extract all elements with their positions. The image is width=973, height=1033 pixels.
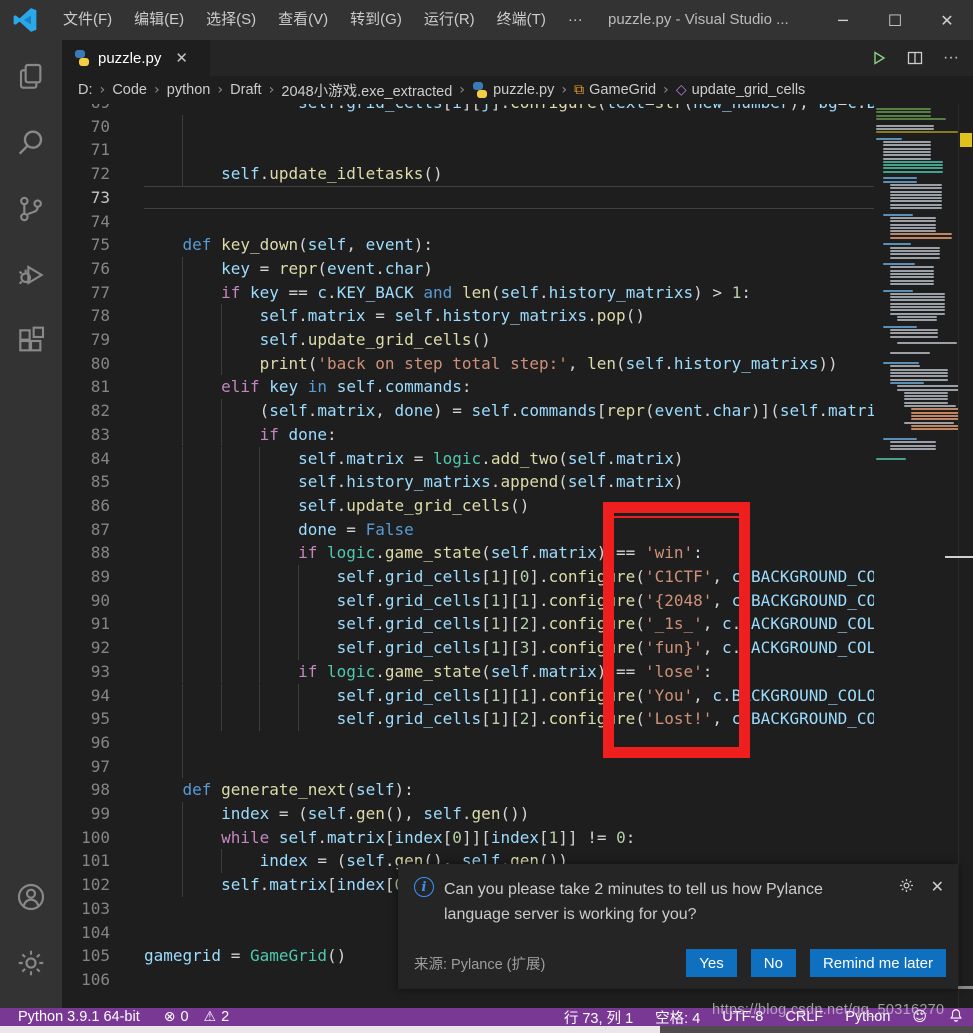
code-line-72[interactable]: 72 self.update_idletasks() — [62, 162, 874, 186]
code-line-78[interactable]: 78 self.matrix = self.history_matrixs.po… — [62, 304, 874, 328]
overview-cursor-marker — [945, 556, 973, 558]
breadcrumb-class[interactable]: ⧉ GameGrid — [574, 82, 656, 98]
breadcrumb-file[interactable]: puzzle.py — [472, 82, 554, 98]
vscode-window: 文件(F) 编辑(E) 选择(S) 查看(V) 转到(G) 运行(R) 终端(T… — [0, 0, 973, 1033]
breadcrumb-drive[interactable]: D: — [78, 82, 93, 98]
code-line-85[interactable]: 85 self.history_matrixs.append(self.matr… — [62, 470, 874, 494]
maximize-button[interactable]: ☐ — [869, 0, 921, 40]
code-line-73[interactable]: 73 — [62, 186, 874, 210]
warnings-icon: ⚠ — [204, 1009, 217, 1025]
class-symbol-icon: ⧉ — [574, 82, 584, 98]
code-line-76[interactable]: 76 key = repr(event.char) — [62, 257, 874, 281]
menu-file[interactable]: 文件(F) — [52, 0, 123, 40]
tab-close-icon[interactable]: ✕ — [175, 49, 188, 67]
code-line-91[interactable]: 91 self.grid_cells[1][2].configure('_1s_… — [62, 612, 874, 636]
code-line-98[interactable]: 98 def generate_next(self): — [62, 778, 874, 802]
notifications-bell-icon[interactable] — [949, 1008, 963, 1026]
breadcrumb-python[interactable]: python — [167, 82, 211, 98]
code-line-83[interactable]: 83 if done: — [62, 423, 874, 447]
notification-message: Can you please take 2 minutes to tell us… — [444, 877, 890, 927]
python-file-icon — [74, 50, 90, 66]
settings-gear-icon[interactable] — [0, 934, 62, 992]
menu-more[interactable]: ··· — [557, 0, 594, 40]
close-button[interactable]: ✕ — [921, 0, 973, 40]
code-line-77[interactable]: 77 if key == c.KEY_BACK and len(self.his… — [62, 281, 874, 305]
warnings-count: 2 — [221, 1009, 229, 1025]
code-line-97[interactable]: 97 — [62, 755, 874, 779]
breadcrumb-code[interactable]: Code — [112, 82, 147, 98]
code-line-90[interactable]: 90 self.grid_cells[1][1].configure('{204… — [62, 589, 874, 613]
no-button[interactable]: No — [751, 949, 796, 977]
menu-terminal[interactable]: 终端(T) — [486, 0, 557, 40]
code-line-81[interactable]: 81 elif key in self.commands: — [62, 375, 874, 399]
code-line-75[interactable]: 75 def key_down(self, event): — [62, 233, 874, 257]
code-line-82[interactable]: 82 (self.matrix, done) = self.commands[r… — [62, 399, 874, 423]
problems-indicator[interactable]: ⊗ 0 ⚠ 2 — [164, 1009, 229, 1025]
errors-count: 0 — [180, 1009, 188, 1025]
code-line-89[interactable]: 89 self.grid_cells[1][0].configure('C1CT… — [62, 565, 874, 589]
minimize-button[interactable]: ─ — [817, 0, 869, 40]
menu-selection[interactable]: 选择(S) — [195, 0, 267, 40]
tab-bar: puzzle.py ✕ — [62, 40, 973, 76]
code-line-79[interactable]: 79 self.update_grid_cells() — [62, 328, 874, 352]
menu-edit[interactable]: 编辑(E) — [123, 0, 195, 40]
editor-actions: ··· — [871, 40, 967, 76]
menu-run[interactable]: 运行(R) — [413, 0, 486, 40]
code-line-80[interactable]: 80 print('back on step total step:', len… — [62, 352, 874, 376]
info-icon: i — [414, 877, 434, 897]
notification-source: 来源: Pylance (扩展) — [414, 953, 545, 974]
pylance-notification: i Can you please take 2 minutes to tell … — [398, 864, 958, 989]
extensions-icon[interactable] — [0, 312, 62, 370]
overview-warning-marker — [960, 133, 972, 147]
code-line-74[interactable]: 74 — [62, 210, 874, 234]
code-line-100[interactable]: 100 while self.matrix[index[0]][index[1]… — [62, 826, 874, 850]
code-line-71[interactable]: 71 — [62, 138, 874, 162]
code-line-86[interactable]: 86 self.update_grid_cells() — [62, 494, 874, 518]
code-line-87[interactable]: 87 done = False — [62, 518, 874, 542]
run-debug-icon[interactable] — [0, 246, 62, 304]
source-control-icon[interactable] — [0, 180, 62, 238]
cursor-position[interactable]: 行 73, 列 1 — [564, 1007, 633, 1028]
menu-goto[interactable]: 转到(G) — [339, 0, 413, 40]
breadcrumb: D:› Code› python› Draft› 2048小游戏.exe_ext… — [62, 76, 973, 104]
code-line-93[interactable]: 93 if logic.game_state(self.matrix) == '… — [62, 660, 874, 684]
errors-icon: ⊗ — [164, 1009, 176, 1025]
breadcrumb-method[interactable]: ◇ update_grid_cells — [676, 82, 805, 98]
indentation[interactable]: 空格: 4 — [655, 1007, 700, 1028]
method-symbol-icon: ◇ — [676, 82, 687, 98]
window-title: puzzle.py - Visual Studio ... — [608, 0, 789, 40]
search-icon[interactable] — [0, 114, 62, 172]
code-line-69[interactable]: 69 self.grid_cells[i][j].configure(text=… — [62, 104, 874, 115]
tab-puzzle-py[interactable]: puzzle.py ✕ — [62, 40, 210, 76]
account-icon[interactable] — [0, 868, 62, 926]
code-line-96[interactable]: 96 — [62, 731, 874, 755]
code-line-95[interactable]: 95 self.grid_cells[1][2].configure('Lost… — [62, 707, 874, 731]
overview-bottom-marker — [958, 986, 973, 989]
breadcrumb-extracted-folder[interactable]: 2048小游戏.exe_extracted — [281, 80, 452, 101]
code-line-88[interactable]: 88 if logic.game_state(self.matrix) == '… — [62, 541, 874, 565]
yes-button[interactable]: Yes — [686, 949, 736, 977]
breadcrumb-draft[interactable]: Draft — [230, 82, 261, 98]
code-line-99[interactable]: 99 index = (self.gen(), self.gen()) — [62, 802, 874, 826]
code-line-94[interactable]: 94 self.grid_cells[1][1].configure('You'… — [62, 684, 874, 708]
vscode-logo-icon — [12, 7, 38, 33]
split-editor-icon[interactable] — [907, 50, 923, 66]
tab-label: puzzle.py — [98, 50, 161, 67]
menu-view[interactable]: 查看(V) — [267, 0, 339, 40]
notification-close-icon[interactable]: ✕ — [931, 877, 944, 927]
annotation-rectangle — [603, 502, 750, 758]
activity-bar — [0, 40, 62, 1026]
code-line-92[interactable]: 92 self.grid_cells[1][3].configure('fun}… — [62, 636, 874, 660]
title-bar: 文件(F) 编辑(E) 选择(S) 查看(V) 转到(G) 运行(R) 终端(T… — [0, 0, 973, 40]
notification-settings-gear-icon[interactable] — [898, 877, 915, 927]
python-interpreter[interactable]: Python 3.9.1 64-bit — [18, 1009, 140, 1025]
explorer-icon[interactable] — [0, 48, 62, 106]
code-line-84[interactable]: 84 self.matrix = logic.add_two(self.matr… — [62, 447, 874, 471]
more-actions-icon[interactable]: ··· — [943, 49, 959, 67]
run-file-icon[interactable] — [871, 50, 887, 66]
remind-me-later-button[interactable]: Remind me later — [810, 949, 946, 977]
python-file-icon — [472, 82, 488, 98]
csdn-watermark: https://blog.csdn.net/qq_50316270 — [712, 1002, 944, 1018]
code-line-70[interactable]: 70 — [62, 115, 874, 139]
